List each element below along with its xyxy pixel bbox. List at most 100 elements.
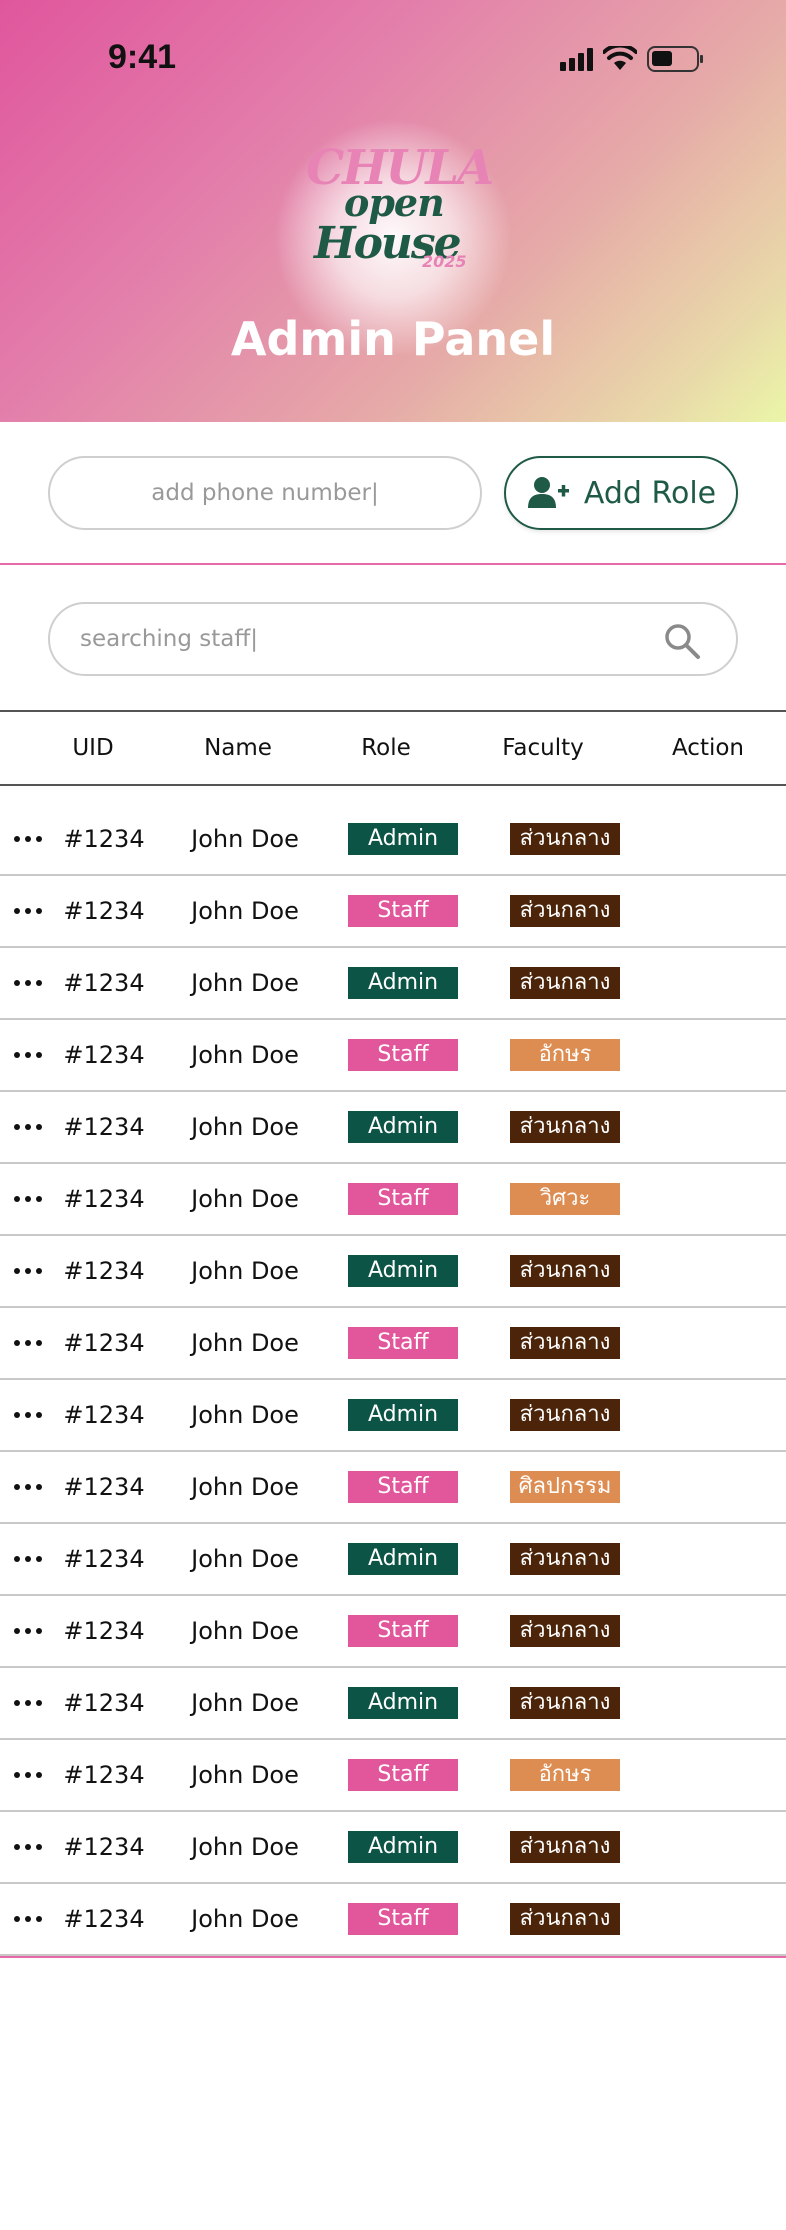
dot bbox=[25, 980, 31, 986]
more-horizontal-icon[interactable] bbox=[0, 1740, 56, 1810]
more-horizontal-icon[interactable] bbox=[0, 1164, 56, 1234]
name-cell: John Doe bbox=[191, 1761, 299, 1789]
more-horizontal-icon[interactable] bbox=[0, 1884, 56, 1954]
role-badge: Admin bbox=[348, 1399, 458, 1431]
dot bbox=[14, 1628, 20, 1634]
role-badge: Admin bbox=[348, 967, 458, 999]
dot bbox=[25, 1700, 31, 1706]
name-cell: John Doe bbox=[191, 1473, 299, 1501]
column-faculty: Faculty bbox=[502, 735, 584, 761]
table-row: #1234 John Doe Staff ส่วนกลาง bbox=[0, 876, 786, 948]
more-horizontal-icon[interactable] bbox=[0, 1092, 56, 1162]
more-horizontal-icon[interactable] bbox=[0, 876, 56, 946]
dot bbox=[25, 1484, 31, 1490]
uid-cell: #1234 bbox=[63, 1041, 145, 1069]
dot bbox=[14, 1268, 20, 1274]
chula-open-house-logo: CHULA open House 2025 bbox=[300, 140, 494, 280]
more-horizontal-icon[interactable] bbox=[0, 1596, 56, 1666]
more-horizontal-icon[interactable] bbox=[0, 1308, 56, 1378]
dot bbox=[14, 1124, 20, 1130]
faculty-badge: ส่วนกลาง bbox=[510, 1111, 620, 1143]
name-cell: John Doe bbox=[191, 1185, 299, 1213]
name-cell: John Doe bbox=[191, 897, 299, 925]
faculty-badge: ส่วนกลาง bbox=[510, 1903, 620, 1935]
role-badge: Admin bbox=[348, 1111, 458, 1143]
dot bbox=[25, 908, 31, 914]
dot bbox=[25, 1556, 31, 1562]
name-cell: John Doe bbox=[191, 1401, 299, 1429]
table-row: #1234 John Doe Staff ส่วนกลาง bbox=[0, 1884, 786, 1956]
dot bbox=[36, 1844, 42, 1850]
role-badge: Staff bbox=[348, 1327, 458, 1359]
dot bbox=[25, 1124, 31, 1130]
staff-table-body: #1234 John Doe Admin ส่วนกลาง #1234 John Doe S… bbox=[0, 804, 786, 1956]
dot bbox=[36, 836, 42, 842]
dot bbox=[14, 908, 20, 914]
dot bbox=[14, 1412, 20, 1418]
role-badge: Staff bbox=[348, 1903, 458, 1935]
table-row: #1234 John Doe Staff ศิลปกรรม bbox=[0, 1452, 786, 1524]
table-row: #1234 John Doe Staff วิศวะ bbox=[0, 1164, 786, 1236]
faculty-badge: ส่วนกลาง bbox=[510, 1255, 620, 1287]
dot bbox=[25, 836, 31, 842]
add-role-button[interactable]: Add Role bbox=[504, 456, 738, 530]
search-icon[interactable] bbox=[662, 621, 702, 661]
dot bbox=[14, 1772, 20, 1778]
more-horizontal-icon[interactable] bbox=[0, 1380, 56, 1450]
faculty-badge: ส่วนกลาง bbox=[510, 1399, 620, 1431]
name-cell: John Doe bbox=[191, 969, 299, 997]
wifi-icon bbox=[603, 46, 637, 70]
faculty-badge: วิศวะ bbox=[510, 1183, 620, 1215]
table-row: #1234 John Doe Admin ส่วนกลาง bbox=[0, 948, 786, 1020]
table-row: #1234 John Doe Admin ส่วนกลาง bbox=[0, 1812, 786, 1884]
name-cell: John Doe bbox=[191, 1905, 299, 1933]
table-row: #1234 John Doe Admin ส่วนกลาง bbox=[0, 1668, 786, 1740]
faculty-badge: ส่วนกลาง bbox=[510, 1615, 620, 1647]
dot bbox=[14, 1556, 20, 1562]
more-horizontal-icon[interactable] bbox=[0, 1668, 56, 1738]
faculty-badge: อักษร bbox=[510, 1759, 620, 1791]
name-cell: John Doe bbox=[191, 1833, 299, 1861]
faculty-badge: ศิลปกรรม bbox=[510, 1471, 620, 1503]
dot bbox=[36, 1124, 42, 1130]
dot bbox=[14, 1196, 20, 1202]
role-badge: Admin bbox=[348, 823, 458, 855]
dot bbox=[14, 980, 20, 986]
faculty-badge: ส่วนกลาง bbox=[510, 967, 620, 999]
dot bbox=[14, 836, 20, 842]
table-row: #1234 John Doe Admin ส่วนกลาง bbox=[0, 1380, 786, 1452]
role-badge: Staff bbox=[348, 895, 458, 927]
name-cell: John Doe bbox=[191, 1041, 299, 1069]
role-badge: Staff bbox=[348, 1615, 458, 1647]
role-badge: Staff bbox=[348, 1183, 458, 1215]
faculty-badge: ส่วนกลาง bbox=[510, 1687, 620, 1719]
uid-cell: #1234 bbox=[63, 1113, 145, 1141]
faculty-badge: ส่วนกลาง bbox=[510, 1831, 620, 1863]
dot bbox=[36, 1196, 42, 1202]
uid-cell: #1234 bbox=[63, 1617, 145, 1645]
staff-search-input[interactable]: searching staff| bbox=[48, 602, 738, 676]
phone-number-input[interactable]: add phone number| bbox=[48, 456, 482, 530]
more-horizontal-icon[interactable] bbox=[0, 1524, 56, 1594]
more-horizontal-icon[interactable] bbox=[0, 1452, 56, 1522]
faculty-badge: ส่วนกลาง bbox=[510, 1543, 620, 1575]
uid-cell: #1234 bbox=[63, 1833, 145, 1861]
uid-cell: #1234 bbox=[63, 1401, 145, 1429]
faculty-badge: ส่วนกลาง bbox=[510, 823, 620, 855]
more-horizontal-icon[interactable] bbox=[0, 1236, 56, 1306]
dot bbox=[36, 1412, 42, 1418]
faculty-badge: อักษร bbox=[510, 1039, 620, 1071]
dot bbox=[25, 1628, 31, 1634]
name-cell: John Doe bbox=[191, 1257, 299, 1285]
more-horizontal-icon[interactable] bbox=[0, 804, 56, 874]
add-user-icon bbox=[527, 477, 569, 508]
dot bbox=[36, 1556, 42, 1562]
name-cell: John Doe bbox=[191, 1689, 299, 1717]
uid-cell: #1234 bbox=[63, 1689, 145, 1717]
more-horizontal-icon[interactable] bbox=[0, 1020, 56, 1090]
more-horizontal-icon[interactable] bbox=[0, 948, 56, 1018]
search-placeholder: searching staff| bbox=[80, 626, 258, 652]
table-row: #1234 John Doe Staff อักษร bbox=[0, 1020, 786, 1092]
dot bbox=[36, 1340, 42, 1346]
more-horizontal-icon[interactable] bbox=[0, 1812, 56, 1882]
